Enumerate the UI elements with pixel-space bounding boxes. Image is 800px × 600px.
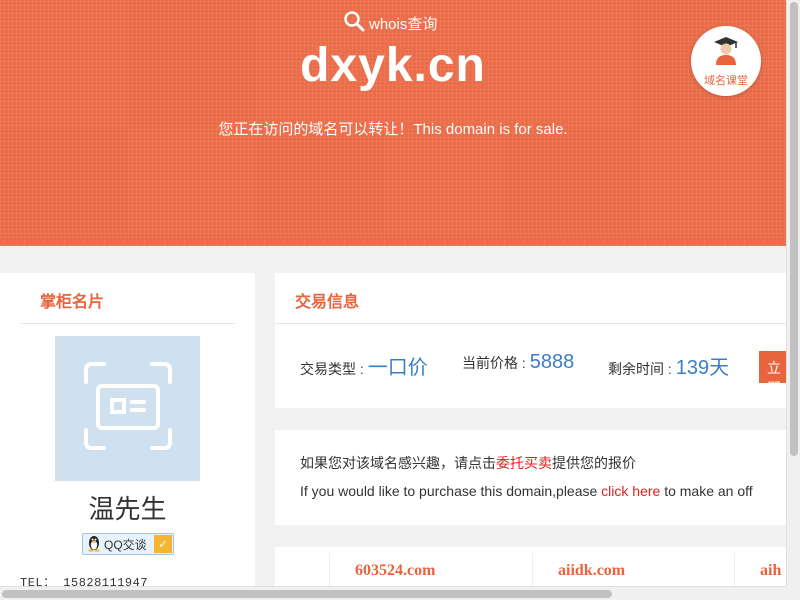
domain-class-button[interactable]: 域名课堂 (691, 26, 761, 96)
vertical-scroll-thumb[interactable] (790, 2, 798, 456)
remaining-time-value: 139天 (675, 357, 730, 379)
domain-link[interactable]: aiidk.com (558, 562, 625, 580)
broker-link[interactable]: 委托买卖 (496, 455, 552, 471)
seller-name: 温先生 (88, 494, 167, 524)
id-card-icon (80, 358, 176, 459)
offer-cn-suffix: 提供您的报价 (552, 455, 636, 471)
seller-card-title: 掌柜名片 (40, 294, 105, 311)
trade-type: 交易类型 : 一口价 (300, 351, 428, 379)
divider (275, 323, 786, 324)
trade-info-card: 交易信息 (275, 273, 786, 408)
horizontal-scrollbar[interactable] (0, 586, 786, 600)
trade-info-title: 交易信息 (295, 294, 360, 311)
check-icon: ✓ (154, 535, 172, 553)
horizontal-scroll-thumb[interactable] (2, 590, 612, 598)
scrollbar-corner (786, 586, 800, 600)
qq-chat-button[interactable]: QQ交谈 ✓ (82, 533, 174, 555)
vertical-scrollbar[interactable] (786, 0, 800, 600)
whois-link[interactable]: whois查询 (343, 10, 438, 36)
divider (20, 323, 235, 324)
graduate-avatar-icon (711, 35, 741, 70)
domain-title: dxyk.cn (300, 39, 486, 92)
offer-line-en: If you would like to purchase this domai… (300, 483, 753, 499)
seller-photo (55, 336, 200, 481)
seller-card: 掌柜名片 温先生 QQ交谈 ✓ TEL： 15828111947 (0, 273, 255, 593)
offer-en-prefix: If you would like to purchase this domai… (300, 483, 602, 499)
search-icon (343, 10, 365, 36)
current-price-label: 当前价格 : (462, 355, 526, 371)
whois-label: whois查询 (369, 15, 438, 33)
domain-link[interactable]: aih (760, 562, 781, 580)
offer-card: 如果您对该域名感兴趣，请点击委托买卖提供您的报价 If you would li… (275, 430, 786, 525)
domain-class-label: 域名课堂 (704, 74, 748, 87)
qq-chat-label: QQ交谈 (104, 537, 147, 552)
domain-link[interactable]: 603524.com (355, 562, 435, 580)
buy-now-button[interactable]: 立即 (759, 351, 786, 383)
qq-penguin-icon (86, 534, 102, 555)
offer-line-cn: 如果您对该域名感兴趣，请点击委托买卖提供您的报价 (300, 453, 636, 473)
trade-type-value: 一口价 (367, 357, 428, 379)
sale-notice: 您正在访问的域名可以转让！This domain is for sale. (218, 121, 568, 138)
click-here-link[interactable]: click here (601, 483, 660, 499)
remaining-time-label: 剩余时间 : (608, 361, 672, 377)
current-price-value: 5888 (529, 351, 575, 373)
offer-cn-prefix: 如果您对该域名感兴趣，请点击 (300, 455, 496, 471)
offer-en-suffix: to make an off (660, 483, 753, 499)
remaining-time: 剩余时间 : 139天 (608, 351, 730, 379)
hero-zigzag-edge (0, 238, 786, 248)
current-price: 当前价格 : 5888 (462, 351, 574, 377)
trade-type-label: 交易类型 : (300, 361, 364, 377)
